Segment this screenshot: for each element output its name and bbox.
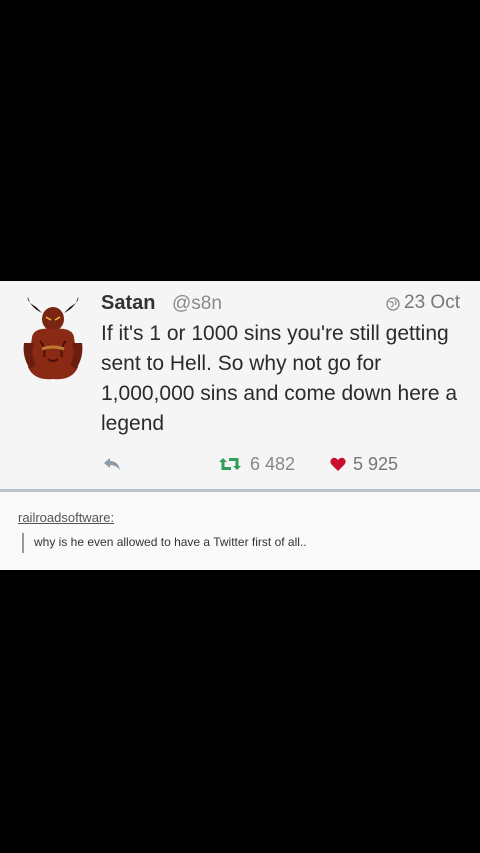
devil-avatar[interactable]	[22, 297, 84, 381]
screenshot-card: Satan @s8n 23 Oct If it's 1 or 1000 sins…	[0, 281, 480, 570]
author-name[interactable]: Satan	[101, 292, 155, 315]
author-handle[interactable]: @s8n	[172, 293, 222, 315]
tweet: Satan @s8n 23 Oct If it's 1 or 1000 sins…	[0, 281, 480, 492]
heart-icon[interactable]	[330, 457, 346, 472]
retweet-icon[interactable]	[216, 456, 244, 472]
reblog-username[interactable]: railroadsoftware:	[18, 510, 114, 525]
reblog-comment: railroadsoftware: why is he even allowed…	[0, 492, 480, 570]
quote-bar	[22, 533, 24, 553]
tweet-date[interactable]: 23 Oct	[404, 292, 460, 314]
reblog-comment-text: why is he even allowed to have a Twitter…	[34, 535, 307, 549]
tweet-text: If it's 1 or 1000 sins you're still gett…	[101, 322, 458, 435]
like-count: 5 925	[353, 454, 399, 474]
reply-icon[interactable]	[102, 456, 122, 472]
globe-icon	[386, 297, 400, 311]
retweet-count: 6 482	[250, 454, 296, 474]
